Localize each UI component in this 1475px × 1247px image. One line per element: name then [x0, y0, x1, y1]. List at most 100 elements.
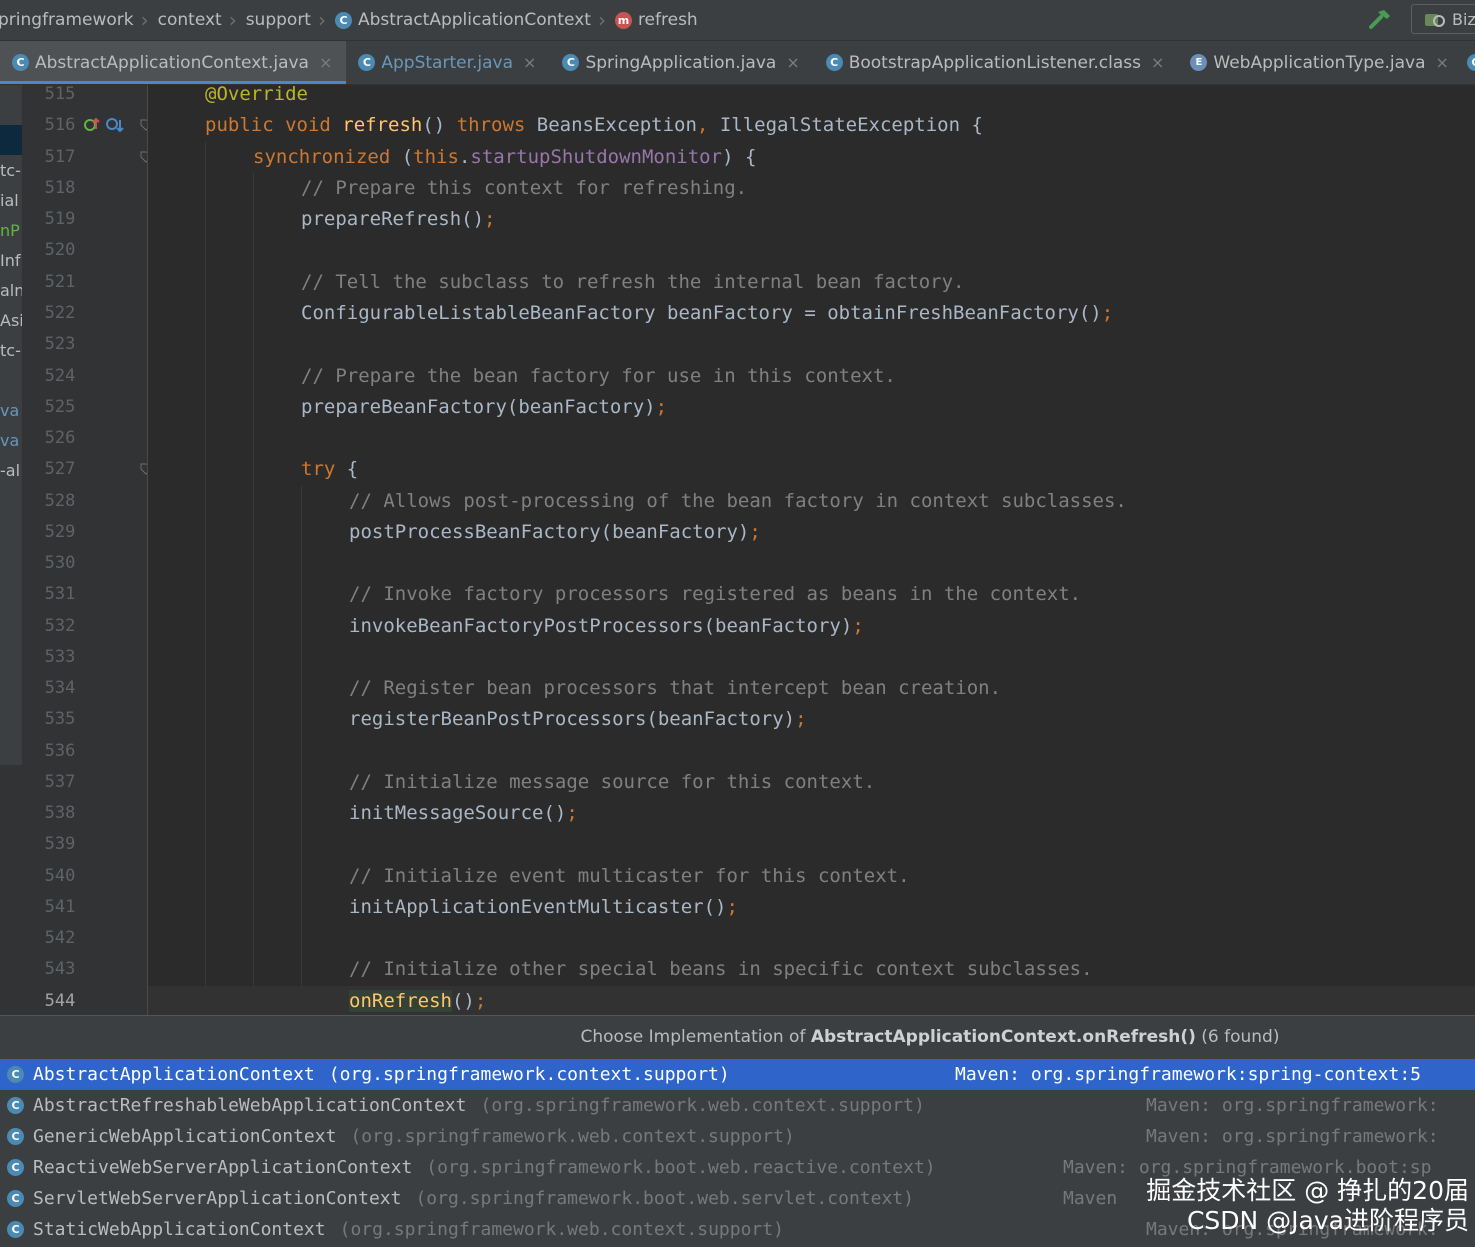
tab-label: WebApplicationType.java — [1213, 52, 1426, 73]
code-text: initMessageSource() — [349, 802, 567, 824]
breadcrumb-label: refresh — [637, 10, 698, 30]
line-number: 535 — [44, 709, 76, 729]
implementation-item[interactable]: C GenericWebApplicationContext (org.sprin… — [0, 1121, 1475, 1152]
code-text: BeansException — [536, 114, 697, 136]
tab-bootstrap-application-listener[interactable]: C BootstrapApplicationListener.class × — [814, 41, 1179, 84]
method-icon: m — [614, 11, 632, 29]
code-line-538: initMessageSource(); — [148, 798, 1475, 829]
override-marker-icons[interactable] — [83, 115, 125, 135]
implementation-package: (org.springframework.boot.web.reactive.c… — [426, 1157, 936, 1178]
breadcrumb-item-class[interactable]: C AbstractApplicationContext — [334, 10, 591, 30]
project-item[interactable]: aln — [0, 281, 22, 300]
line-number: 541 — [44, 897, 76, 917]
project-panel-edge: tc- ial nP Inf aln Asi tc- va va -al — [0, 85, 23, 1015]
chevron-right-icon: › — [597, 8, 606, 32]
hammer-icon[interactable] — [1367, 7, 1393, 33]
code-text: prepareBeanFactory(beanFactory) — [301, 396, 656, 418]
popup-title-count: (6 found) — [1195, 1027, 1280, 1047]
implementation-location: Maven: org.springframework: — [1146, 1126, 1439, 1147]
code-editor[interactable]: @Override public void refresh() throws B… — [148, 85, 1475, 1015]
code-line-528: // Allows post-processing of the bean fa… — [148, 486, 1475, 517]
class-icon: C — [7, 1190, 24, 1207]
tab-spring-application[interactable]: C SpringApplication.java × — [550, 41, 813, 84]
line-number-gutter[interactable]: 515 516 517 518 519 520 521 522 523 524 … — [23, 84, 152, 1015]
code-line-527: try { — [148, 454, 1475, 485]
watermark-line: CSDN @Java进阶程序员 — [1186, 1206, 1469, 1235]
project-item[interactable]: ial — [0, 191, 22, 210]
project-item[interactable]: tc- — [0, 341, 22, 360]
code-text: . — [458, 146, 471, 168]
semicolon: ; — [566, 802, 578, 824]
semicolon: ; — [655, 396, 668, 418]
code-text: ConfigurableListableBeanFactory beanFact… — [301, 302, 1102, 324]
watermark: 掘金技术社区 @ 挣扎的20届 CSDN @Java进阶程序员 — [1146, 1176, 1469, 1236]
annotation: @Override — [205, 85, 308, 105]
project-item[interactable]: tc- — [0, 161, 22, 180]
field-name: startupShutdownMonitor — [470, 146, 723, 168]
code-line-537: // Initialize message source for this co… — [148, 767, 1475, 798]
class-icon: C — [825, 54, 843, 71]
implementation-class: ReactiveWebServerApplicationContext — [33, 1157, 413, 1178]
implementation-package: (org.springframework.web.context.support… — [339, 1219, 784, 1240]
close-icon[interactable]: × — [1151, 53, 1164, 72]
breadcrumb-item-support[interactable]: support — [246, 10, 311, 30]
breadcrumb-item-method[interactable]: m refresh — [614, 10, 698, 30]
code-line-518: // Prepare this context for refreshing. — [148, 173, 1475, 204]
implementation-item[interactable]: C AbstractApplicationContext (org.springf… — [0, 1059, 1475, 1090]
code-text: prepareRefresh() — [301, 208, 485, 230]
code-line-541: initApplicationEventMulticaster(); — [148, 892, 1475, 923]
breadcrumb-label: AbstractApplicationContext — [357, 10, 591, 30]
line-number: 532 — [44, 616, 76, 636]
implementation-location: Maven — [1063, 1188, 1118, 1209]
code-line-517: synchronized (this.startupShutdownMonito… — [148, 142, 1475, 173]
semicolon: ; — [474, 990, 487, 1012]
project-item[interactable]: nP — [0, 221, 22, 240]
line-number: 525 — [44, 397, 76, 417]
code-text: registerBeanPostProcessors(beanFactory) — [349, 708, 796, 730]
implementation-class: GenericWebApplicationContext — [33, 1126, 337, 1147]
tab-web-application-type[interactable]: E WebApplicationType.java × — [1178, 41, 1463, 84]
tab-overflow[interactable]: C — [1463, 41, 1475, 84]
line-number: 524 — [44, 366, 76, 386]
implementation-class: StaticWebApplicationContext — [33, 1219, 326, 1240]
semicolon: ; — [1101, 302, 1114, 324]
method-call-highlighted[interactable]: onRefresh — [349, 990, 452, 1012]
run-config-selector[interactable]: Biz — [1411, 4, 1475, 34]
comment: // Initialize message source for this co… — [349, 771, 876, 793]
line-number: 518 — [44, 178, 76, 198]
comment: // Invoke factory processors registered … — [349, 583, 1082, 605]
close-icon[interactable]: × — [786, 53, 799, 72]
code-line-519: prepareRefresh(); — [148, 204, 1475, 235]
breadcrumb-item-context[interactable]: context — [158, 10, 222, 30]
implementation-package: (org.springframework.context.support) — [328, 1064, 730, 1085]
tab-label: AppStarter.java — [381, 52, 514, 73]
close-icon[interactable]: × — [319, 53, 332, 72]
comment: // Tell the subclass to refresh the inte… — [301, 271, 965, 293]
breadcrumb-label: context — [157, 10, 222, 30]
close-icon[interactable]: × — [1436, 53, 1449, 72]
project-item[interactable]: Inf — [0, 251, 22, 270]
implementation-item[interactable]: C AbstractRefreshableWebApplicationConte… — [0, 1090, 1475, 1121]
close-icon[interactable]: × — [523, 53, 536, 72]
tab-abstract-application-context[interactable]: C AbstractApplicationContext.java × — [0, 41, 347, 84]
code-text: invokeBeanFactoryPostProcessors(beanFact… — [349, 615, 853, 637]
code-line-515: @Override — [148, 85, 1475, 110]
line-number: 520 — [44, 240, 76, 260]
project-item[interactable]: -al — [0, 461, 22, 480]
popup-title-prefix: Choose Implementation of — [580, 1027, 811, 1047]
class-icon: C — [562, 54, 580, 71]
tab-app-starter[interactable]: C AppStarter.java × — [346, 41, 550, 84]
breadcrumb-item-springframework[interactable]: pringframework — [0, 10, 134, 30]
breadcrumb-label: support — [245, 10, 311, 30]
line-number: 523 — [44, 334, 76, 354]
project-item[interactable]: va — [0, 431, 22, 450]
popup-title-method: AbstractApplicationContext.onRefresh() — [810, 1027, 1196, 1047]
line-number: 534 — [44, 678, 76, 698]
keyword: synchronized — [253, 146, 402, 168]
implementation-location: Maven: org.springframework: — [1146, 1095, 1439, 1116]
keyword: throws — [456, 114, 537, 136]
project-item[interactable]: va — [0, 401, 22, 420]
code-text: initApplicationEventMulticaster() — [349, 896, 727, 918]
project-selection — [0, 125, 22, 155]
project-item[interactable]: Asi — [0, 311, 22, 330]
